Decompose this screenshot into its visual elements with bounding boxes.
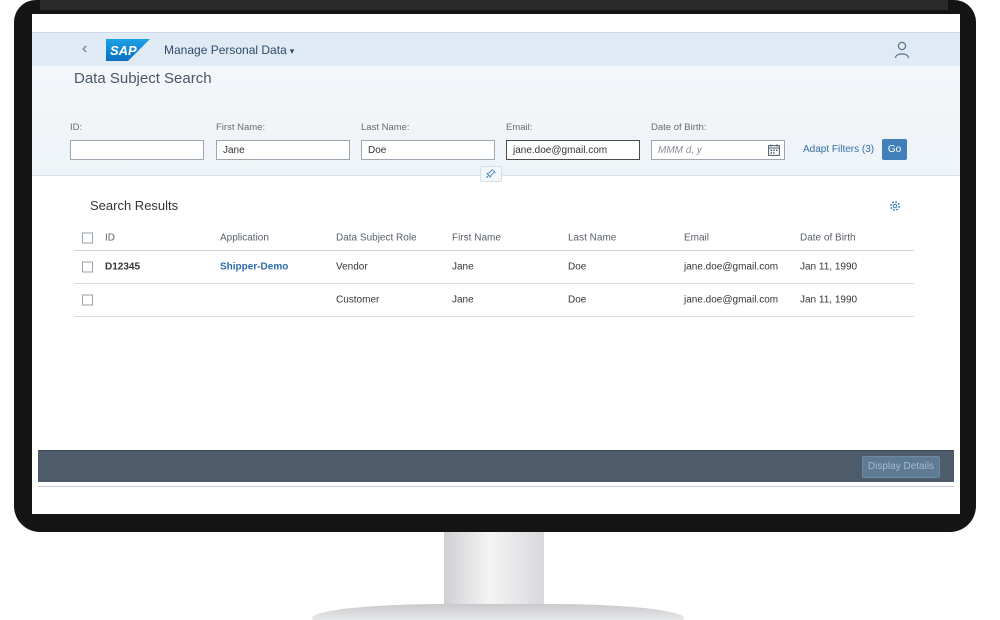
cell-first-name: Jane xyxy=(452,261,474,273)
cell-dob: Jan 11, 1990 xyxy=(800,261,858,273)
filter-header: Data Subject Search ID: First Name: Jane… xyxy=(32,66,960,182)
column-header-role[interactable]: Data Subject Role xyxy=(336,232,417,243)
app-title-menu[interactable]: Manage Personal Data ▾ xyxy=(164,43,294,57)
cell-application-link[interactable]: Shipper-Demo xyxy=(220,262,288,273)
column-header-email[interactable]: Email xyxy=(684,232,709,243)
select-all-checkbox[interactable] xyxy=(82,232,93,243)
email-label: Email: xyxy=(506,122,533,133)
column-header-last-name[interactable]: Last Name xyxy=(568,232,616,243)
id-field[interactable] xyxy=(70,140,204,160)
go-button[interactable]: Go xyxy=(882,139,907,160)
column-header-dob[interactable]: Date of Birth xyxy=(800,232,856,243)
monitor-stand-base xyxy=(312,604,684,620)
cell-first-name: Jane xyxy=(452,294,474,306)
table-row[interactable]: Customer Jane Doe jane.doe@gmail.com Jan… xyxy=(74,284,914,317)
display-details-button[interactable]: Display Details xyxy=(862,456,940,478)
chevron-down-icon: ▾ xyxy=(289,46,295,56)
calendar-icon[interactable] xyxy=(768,144,780,156)
first-name-label: First Name: xyxy=(216,122,266,133)
row-checkbox[interactable] xyxy=(82,294,93,306)
svg-text:SAP: SAP xyxy=(110,43,137,58)
last-name-label: Last Name: xyxy=(361,122,410,133)
dob-label: Date of Birth: xyxy=(651,122,707,133)
cell-dob: Jan 11, 1990 xyxy=(800,294,858,306)
dob-field[interactable]: MMM d, y xyxy=(651,140,785,160)
cell-last-name: Doe xyxy=(568,294,587,306)
email-field[interactable]: jane.doe@gmail.com xyxy=(506,140,640,160)
cell-role: Customer xyxy=(336,294,380,306)
first-name-field[interactable]: Jane xyxy=(216,140,350,160)
last-name-field[interactable]: Doe xyxy=(361,140,495,160)
shell-bar: ‹ SAP Manage Personal Data ▾ xyxy=(32,32,960,66)
table-row[interactable]: D12345 Shipper-Demo Vendor Jane Doe jane… xyxy=(74,251,914,284)
cell-email: jane.doe@gmail.com xyxy=(684,261,779,273)
footer-divider xyxy=(38,486,954,487)
column-header-id[interactable]: ID xyxy=(105,232,115,243)
pin-icon[interactable] xyxy=(480,166,502,182)
column-header-first-name[interactable]: First Name xyxy=(452,232,501,243)
cell-role: Vendor xyxy=(336,261,368,273)
screen: ‹ SAP Manage Personal Data ▾ Data Subject… xyxy=(32,14,960,514)
cell-email: jane.doe@gmail.com xyxy=(684,294,779,306)
id-label: ID: xyxy=(70,122,83,133)
adapt-filters-link[interactable]: Adapt Filters (3) xyxy=(803,144,874,155)
monitor-bezel-top xyxy=(40,0,948,10)
row-checkbox[interactable] xyxy=(82,261,93,273)
app-title-text: Manage Personal Data xyxy=(164,43,287,57)
page-title: Data Subject Search xyxy=(74,70,212,87)
cell-id: D12345 xyxy=(105,261,141,273)
results-title: Search Results xyxy=(90,198,179,213)
cell-last-name: Doe xyxy=(568,261,587,273)
gear-icon[interactable] xyxy=(888,199,902,213)
monitor-stand-neck xyxy=(444,532,544,610)
sap-logo: SAP xyxy=(106,39,150,61)
table-header-row: ID Application Data Subject Role First N… xyxy=(74,225,914,251)
user-icon[interactable] xyxy=(894,41,910,59)
back-icon[interactable]: ‹ xyxy=(82,40,87,58)
footer-toolbar: Display Details xyxy=(38,450,954,482)
column-header-application[interactable]: Application xyxy=(220,232,269,243)
results-table: ID Application Data Subject Role First N… xyxy=(74,225,914,317)
